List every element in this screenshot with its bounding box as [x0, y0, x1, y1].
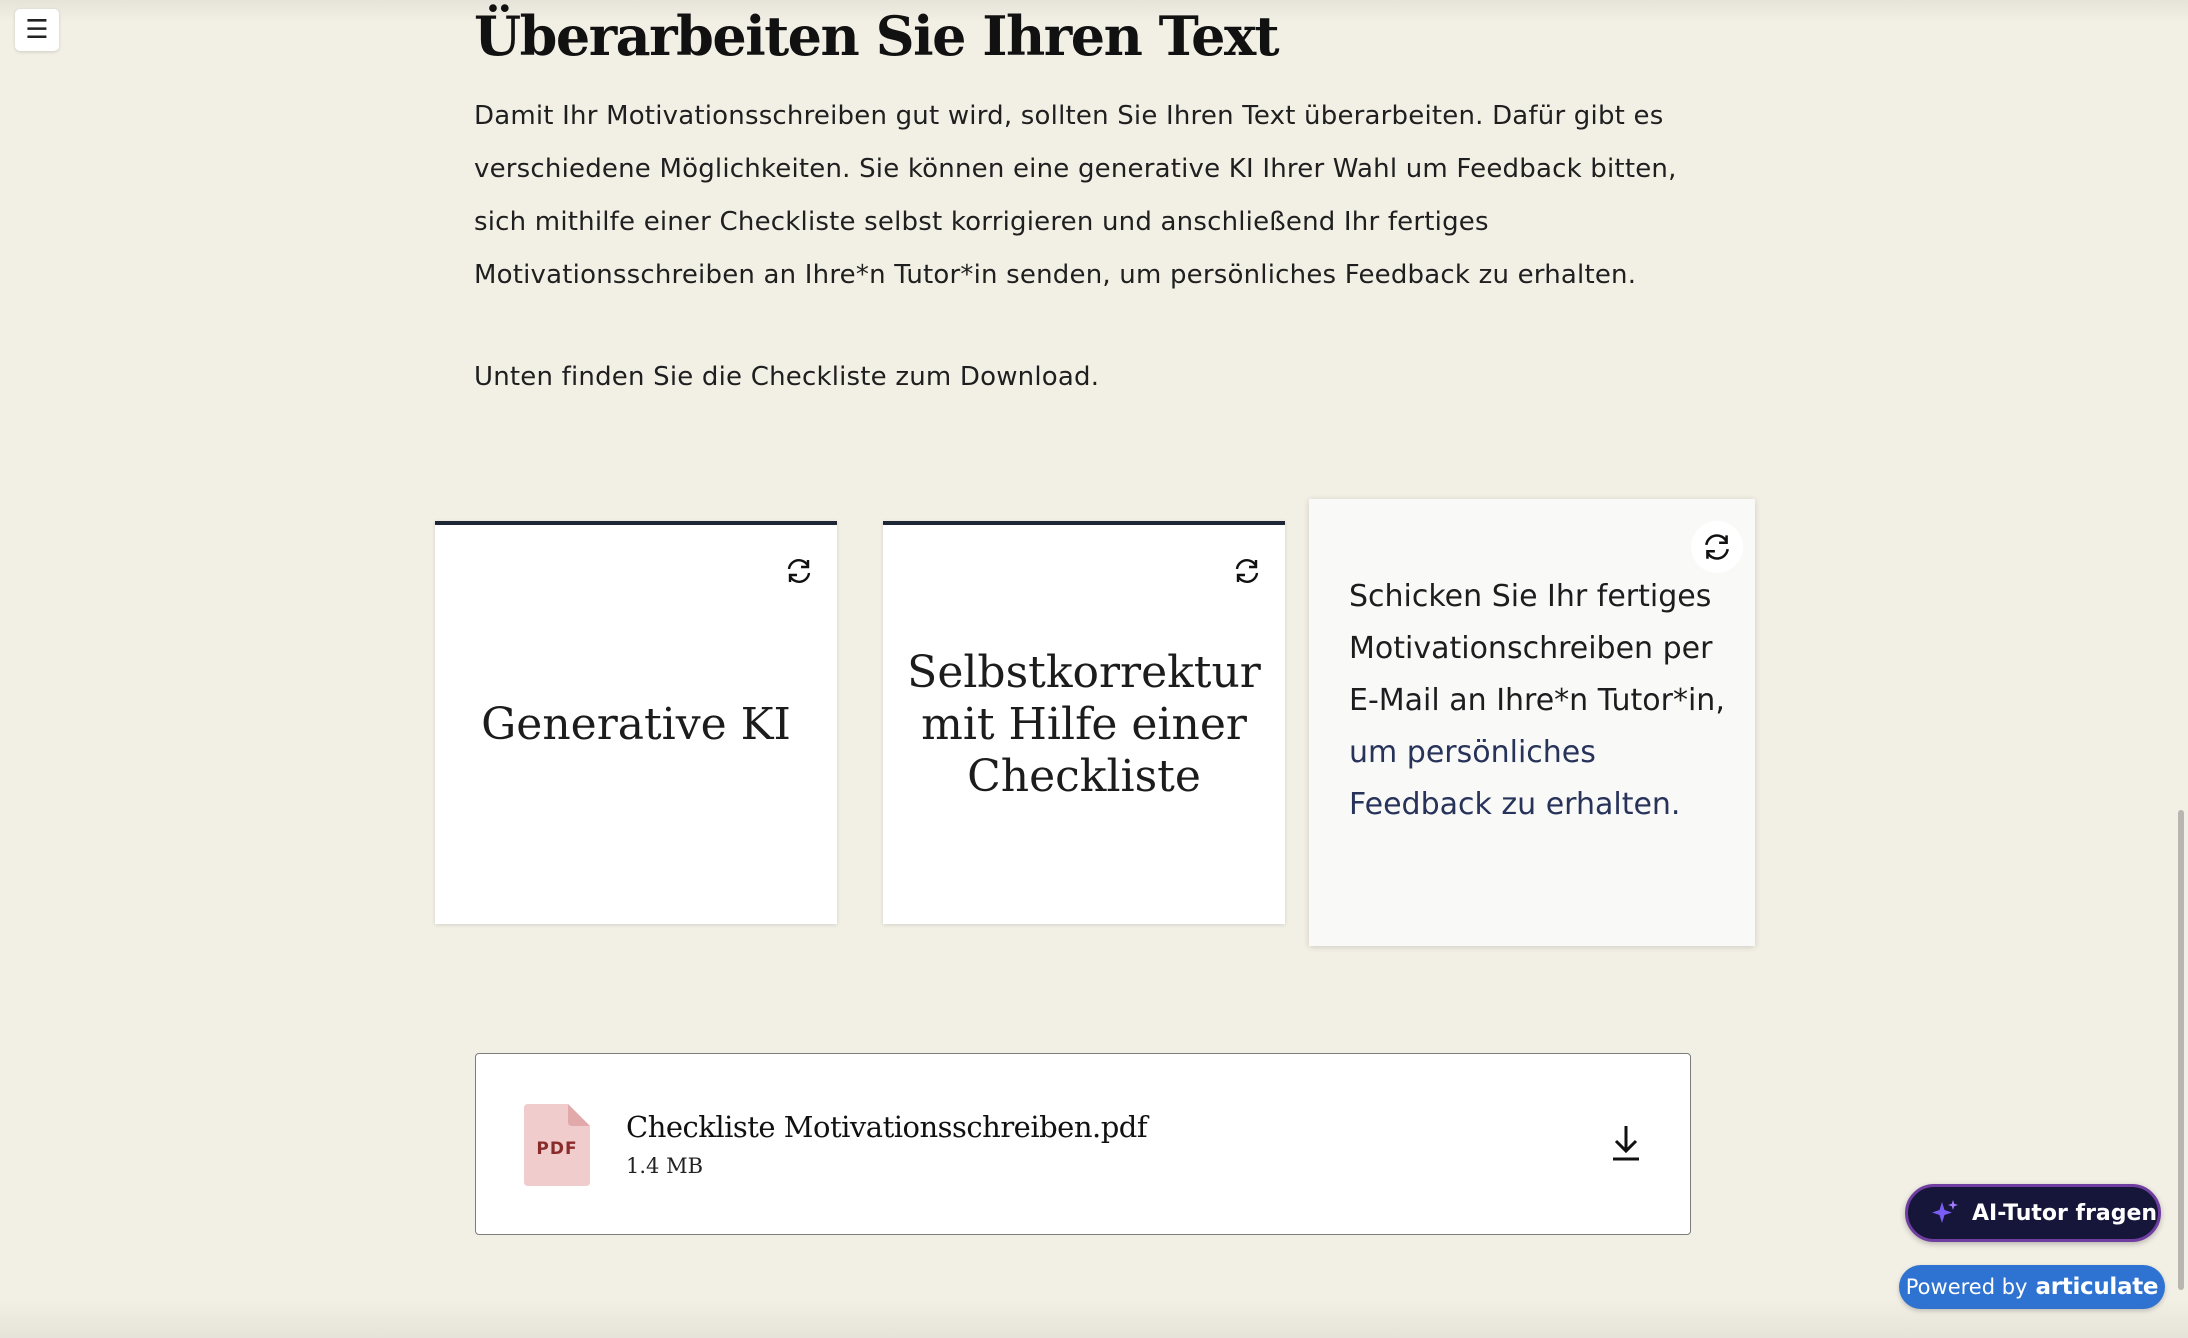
flip-icon[interactable] [1691, 521, 1743, 573]
back-text-part2: um persönliches Feedback zu erhalten. [1349, 735, 1681, 822]
intro-paragraph: Damit Ihr Motivationsschreiben gut wird,… [474, 101, 1677, 290]
powered-prefix: Powered by [1905, 1275, 2028, 1299]
bottom-shadow [0, 1298, 2188, 1338]
file-download-block[interactable]: PDF Checkliste Motivationsschreiben.pdf … [475, 1053, 1691, 1235]
flashcard-generative-ki[interactable]: Generative KI [435, 521, 837, 924]
file-size: 1.4 MB [626, 1154, 704, 1178]
ai-tutor-button[interactable]: AI-Tutor fragen [1905, 1184, 2161, 1242]
hamburger-icon: ☰ [25, 15, 49, 45]
download-hint-paragraph: Unten finden Sie die Checkliste zum Down… [474, 362, 1100, 392]
flashcard-back-text: Schicken Sie Ihr fertiges Motivationschr… [1349, 571, 1729, 831]
flashcard-selbstkorrektur[interactable]: Selbstkorrektur mit Hilfe einer Checklis… [883, 521, 1285, 924]
articulate-logo: articulate [2035, 1274, 2159, 1300]
file-name: Checkliste Motivationsschreiben.pdf [626, 1110, 1148, 1144]
flashcard-tutor-feedback[interactable]: Schicken Sie Ihr fertiges Motivationschr… [1309, 499, 1755, 946]
menu-button[interactable]: ☰ [15, 9, 59, 51]
scrollbar-thumb[interactable] [2178, 810, 2184, 1290]
ai-tutor-label: AI-Tutor fragen [1972, 1200, 2158, 1226]
sparkle-icon [1932, 1200, 1958, 1223]
flashcard-front-text: Selbstkorrektur mit Hilfe einer Checklis… [907, 646, 1261, 802]
pdf-type-label: PDF [536, 1139, 578, 1159]
section-heading: Überarbeiten Sie Ihren Text [474, 4, 1280, 68]
flashcard-front-text: Generative KI [481, 698, 791, 750]
back-text-part1: Schicken Sie Ihr fertiges Motivationschr… [1349, 579, 1725, 718]
download-icon[interactable] [1608, 1122, 1644, 1164]
